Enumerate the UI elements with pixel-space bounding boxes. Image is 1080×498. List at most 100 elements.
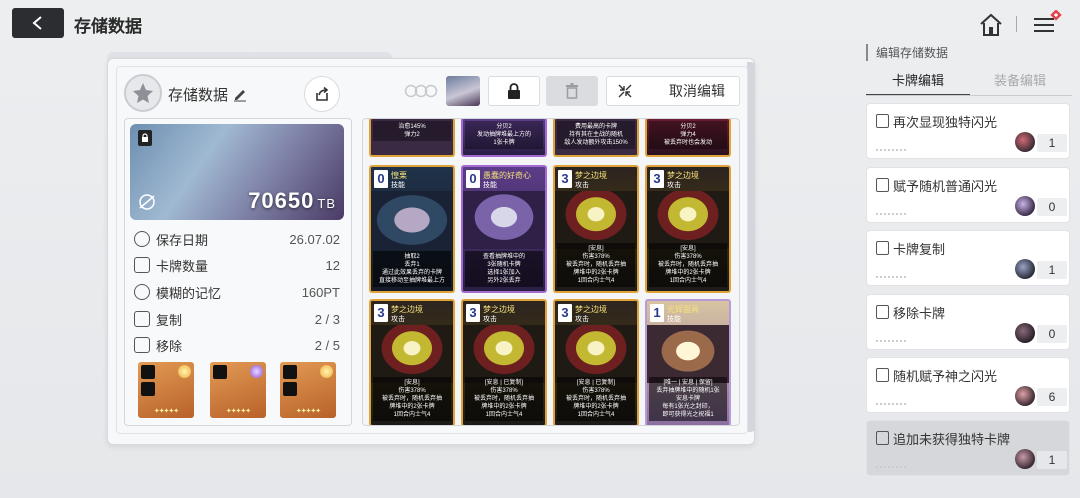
ring-icon [283, 365, 297, 379]
card-desc: [安息] 伤害378% 被丢弃时，随机丢弃抽 牌堆中的2张卡牌 1回合内士气4 [373, 377, 451, 421]
card-cost: 3 [558, 304, 572, 322]
card-desc: [安息] 伤害378% 被丢弃时，随机丢弃抽 牌堆中的2张卡牌 1回合内士气4 [557, 243, 635, 287]
card-desc: [安息] 伤害378% 被丢弃时，随机丢弃抽 牌堆中的2张卡牌 1回合内士气4 [649, 243, 727, 287]
copy-icon [134, 311, 150, 327]
stat-vague-memory: 模糊的记忆 160PT [134, 281, 340, 303]
card-grid-2[interactable]: 0 愚蠢的好奇心 技能 查看抽牌堆中的 3张随机卡牌 选择1张加入 另外2张丢弃 [461, 165, 547, 293]
remove-icon [134, 337, 150, 353]
page-title: 存储数据 [74, 17, 142, 36]
sidebar-title: 编辑存储数据 [866, 44, 948, 61]
share-button[interactable] [304, 76, 340, 112]
crossed-swords-icon [283, 382, 297, 396]
armor-icon [213, 365, 227, 379]
card-grid-7[interactable]: 3 梦之边境 攻击 [安息 | 已复制] 伤害378% 被丢弃时，随机丢弃抽 牌… [553, 299, 639, 425]
card-type: 攻击 [667, 182, 681, 189]
back-button[interactable] [12, 8, 64, 38]
equipment-slot-accessory[interactable]: ✦✦✦✦✦ [280, 362, 336, 418]
op-random-divine-flash[interactable]: 随机赋予神之闪光 6 [866, 357, 1070, 413]
brain-icon [134, 284, 150, 300]
card-top-3[interactable]: 费用最高的卡牌 持有其在主战的随机 敌人发动额外攻击150% [553, 119, 639, 157]
card-type: 技能 [391, 182, 405, 189]
card-art [463, 191, 545, 249]
decor-dots [876, 403, 906, 405]
clock-icon [134, 231, 150, 247]
stat-save-date: 保存日期 26.07.02 [134, 228, 340, 250]
tab-equipment-edit[interactable]: 装备编辑 [968, 70, 1072, 96]
back-arrow-icon [32, 16, 42, 30]
card-grid-4[interactable]: 3 梦之边境 攻击 [安息] 伤害378% 被丢弃时，随机丢弃抽 牌堆中的2张卡… [645, 165, 731, 293]
op-add-unobtained-unique-card[interactable]: 追加未获得独特卡牌 1 [866, 420, 1070, 476]
panel-edge-decoration [747, 62, 755, 432]
ring-decoration-icon [404, 84, 438, 98]
stat-remove: 移除 2 / 5 [134, 334, 340, 356]
lock-icon [508, 83, 520, 99]
logo-emblem-icon [139, 194, 155, 210]
cancel-edit-button[interactable]: 取消编辑 [606, 76, 740, 106]
card-desc: [安息 | 已复制] 伤害378% 被丢弃时，随机丢弃抽 牌堆中的2张卡牌 1回… [557, 377, 635, 421]
crossed-swords-icon [141, 382, 155, 396]
flash-icon [876, 114, 889, 128]
op-random-normal-flash[interactable]: 赋予随机普通闪光 0 [866, 167, 1070, 223]
panel-title: 存储数据 [168, 87, 229, 104]
op-remove-card[interactable]: 移除卡牌 0 [866, 294, 1070, 350]
character-portrait[interactable] [446, 76, 480, 106]
card-grid-8[interactable]: 1 光辉面具 技能 [唯一 | 安息 | 保留] 丢弃抽牌堆中的随机1张 安息卡… [645, 299, 731, 425]
decor-dots [876, 149, 906, 151]
decor-dots [876, 466, 906, 468]
stat-card-count: 卡牌数量 12 [134, 254, 340, 276]
cancel-edit-label: 取消编辑 [669, 83, 725, 99]
card-type: 技能 [667, 316, 681, 323]
card-top-1[interactable]: 治愈145% 弹力2 [369, 119, 455, 157]
edit-pencil-icon[interactable] [232, 86, 248, 102]
card-art [647, 325, 729, 383]
card-grid-1[interactable]: 0 惶栗 技能 抽取2 丢弃1 通过此效果丢弃的卡牌 直接移动至抽牌堆最上方 [369, 165, 455, 293]
star-emblem-icon [133, 83, 153, 103]
card-grid: 治愈145% 弹力2 分贝2 发动抽牌堆最上方的 1张卡牌 费用最高的卡牌 持有… [362, 118, 740, 426]
card-cost: 3 [558, 170, 572, 188]
resource-orb-icon [1015, 323, 1035, 343]
remove-icon [876, 305, 889, 319]
collapse-arrows-icon [618, 84, 632, 98]
storage-banner: 70650 TB [130, 124, 344, 220]
rarity-stars: ✦✦✦✦✦ [225, 408, 251, 415]
op-count: 1 [1037, 261, 1067, 279]
op-count: 0 [1037, 198, 1067, 216]
op-count: 6 [1037, 388, 1067, 406]
banner-lock-icon [138, 130, 152, 146]
card-grid-3[interactable]: 3 梦之边境 攻击 [安息] 伤害378% 被丢弃时，随机丢弃抽 牌堆中的2张卡… [553, 165, 639, 293]
resource-orb-icon [1015, 196, 1035, 216]
card-cost: 1 [650, 304, 664, 322]
lock-button[interactable] [488, 76, 540, 106]
decor-dots [876, 340, 906, 342]
op-count: 1 [1037, 134, 1067, 152]
card-cost: 0 [466, 170, 480, 188]
op-count: 1 [1037, 451, 1067, 469]
card-type: 攻击 [575, 316, 589, 323]
home-icon[interactable] [978, 12, 1004, 38]
equipment-slot-armor[interactable]: ✦✦✦✦✦ [210, 362, 266, 418]
card-grid-5[interactable]: 3 梦之边境 攻击 [安息] 伤害378% 被丢弃时，随机丢弃抽 牌堆中的2张卡… [369, 299, 455, 425]
sword-icon [141, 365, 155, 379]
trash-icon [566, 83, 578, 99]
card-top-2[interactable]: 分贝2 发动抽牌堆最上方的 1张卡牌 [461, 119, 547, 157]
card-art [371, 191, 453, 249]
tab-underline [866, 95, 1072, 96]
op-reshow-unique-flash[interactable]: 再次显现独特闪光 1 [866, 103, 1070, 159]
card-art [463, 325, 545, 383]
storage-value: 70650 TB [248, 188, 336, 213]
tab-card-edit[interactable]: 卡牌编辑 [866, 70, 970, 96]
card-art [371, 325, 453, 383]
card-cost: 0 [374, 170, 388, 188]
card-count-icon [134, 257, 150, 273]
op-card-copy[interactable]: 卡牌复制 1 [866, 230, 1070, 286]
resource-orb-icon [1015, 449, 1035, 469]
card-top-4[interactable]: 分贝2 弹力4 被丢弃时也会发动 [645, 119, 731, 157]
card-desc: 抽取2 丢弃1 通过此效果丢弃的卡牌 直接移动至抽牌堆最上方 [373, 251, 451, 287]
card-type: 攻击 [483, 316, 497, 323]
flash-icon [876, 178, 889, 192]
menu-icon[interactable] [1032, 10, 1062, 38]
delete-button[interactable] [546, 76, 598, 106]
equipment-slot-weapon[interactable]: ✦✦✦✦✦ [138, 362, 194, 418]
card-grid-6[interactable]: 3 梦之边境 攻击 [安息 | 已复制] 伤害378% 被丢弃时，随机丢弃抽 牌… [461, 299, 547, 425]
resource-orb-icon [1015, 132, 1035, 152]
